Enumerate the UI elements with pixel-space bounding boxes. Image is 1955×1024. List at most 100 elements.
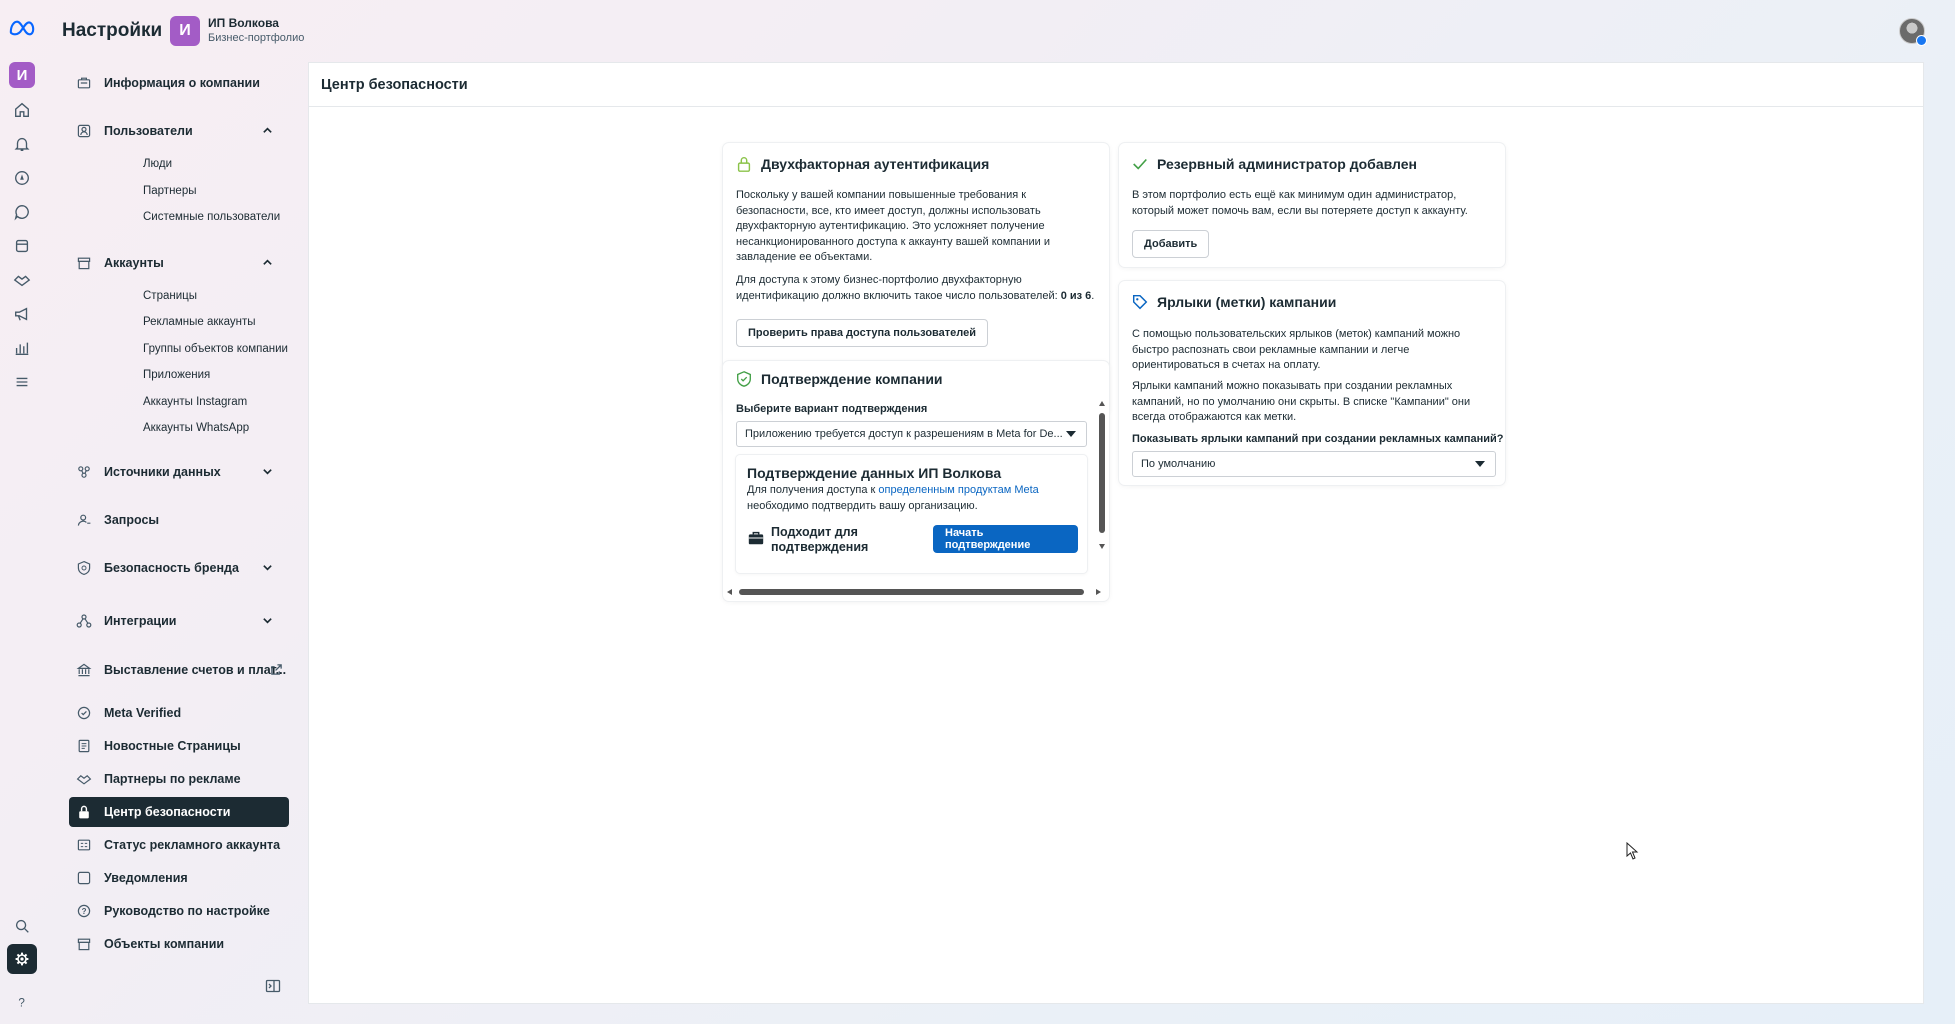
nav-label: Выставление счетов и плат... — [104, 663, 287, 677]
svg-text:?: ? — [18, 997, 25, 1010]
svg-text:?: ? — [82, 907, 87, 916]
portfolio-avatar: И — [170, 16, 200, 46]
nav-brand-safety[interactable]: Безопасность бренда — [69, 553, 289, 583]
verification-option-select[interactable]: Приложению требуется доступ к разрешения… — [736, 421, 1087, 447]
portfolio-type: Бизнес-портфолио — [208, 32, 305, 44]
card-title-text: Ярлыки (метки) кампании — [1157, 294, 1337, 310]
nav-data-sources[interactable]: Источники данных — [69, 457, 289, 487]
nav-billing[interactable]: Выставление счетов и плат... — [69, 655, 289, 685]
nav-accounts[interactable]: Аккаунты — [69, 248, 289, 278]
meta-logo-icon[interactable] — [8, 18, 36, 38]
meta-products-link[interactable]: определенным продуктам Meta — [878, 484, 1038, 496]
backup-admin-title: Резервный администратор добавлен — [1131, 155, 1417, 173]
nav-news-pages[interactable]: Новостные Страницы — [69, 731, 289, 761]
ad-status-icon — [75, 836, 93, 854]
external-link-icon — [271, 664, 282, 675]
integrations-icon — [75, 612, 93, 630]
requirement-count: 0 из 6 — [1060, 289, 1092, 302]
horizontal-scrollbar[interactable] — [727, 589, 1101, 595]
nav-sub-ad-accounts[interactable]: Рекламные аккаунты — [143, 313, 256, 331]
scroll-thumb-horizontal[interactable] — [739, 589, 1084, 595]
nav-label: Партнеры по рекламе — [104, 772, 241, 786]
nav-label: Новостные Страницы — [104, 739, 241, 753]
campaign-labels-card: Ярлыки (метки) кампании С помощью пользо… — [1119, 281, 1505, 485]
nav-sub-pages[interactable]: Страницы — [143, 287, 197, 305]
nav-security-center[interactable]: Центр безопасности — [69, 797, 289, 827]
nav-sub-partners[interactable]: Партнеры — [143, 182, 196, 200]
lock-icon — [737, 157, 751, 172]
campaign-labels-title: Ярлыки (метки) кампании — [1131, 293, 1336, 311]
caret-down-icon — [1066, 431, 1076, 437]
facebook-badge-icon — [1916, 35, 1927, 46]
two-factor-title: Двухфакторная аутентификация — [735, 155, 989, 173]
nav-users[interactable]: Пользователи — [69, 116, 289, 146]
help-icon[interactable]: ? — [10, 990, 34, 1014]
scroll-thumb[interactable] — [1099, 413, 1105, 533]
start-verification-button[interactable]: Начать подтверждение — [933, 525, 1078, 553]
lock-icon — [75, 803, 93, 821]
nav-label: Аккаунты — [104, 256, 164, 270]
handshake-icon[interactable] — [10, 268, 34, 292]
portfolio-avatar-mini[interactable]: И — [9, 62, 35, 88]
gear-icon[interactable] — [7, 944, 37, 974]
chevron-up-icon — [263, 127, 272, 133]
nav-requests[interactable]: Запросы — [69, 505, 289, 535]
scroll-down-icon[interactable] — [1099, 544, 1105, 549]
eligible-status: Подходит для подтверждения — [771, 525, 869, 554]
check-user-access-button[interactable]: Проверить права доступа пользователей — [736, 319, 989, 347]
company-verification-card: Подтверждение компании Выберите вариант … — [723, 361, 1109, 601]
nav-sub-system-users[interactable]: Системные пользователи — [143, 208, 280, 226]
nav-sub-people[interactable]: Люди — [143, 155, 172, 173]
megaphone-icon[interactable] — [10, 302, 34, 326]
search-icon[interactable] — [10, 914, 34, 938]
scroll-right-icon[interactable] — [1096, 589, 1101, 595]
nav-label: Интеграции — [104, 614, 177, 628]
nav-label: Источники данных — [104, 465, 221, 479]
two-factor-requirement: Для доступа к этому бизнес-портфолио дву… — [736, 273, 1098, 304]
nav-meta-verified[interactable]: Meta Verified — [69, 698, 289, 728]
scroll-up-icon[interactable] — [1099, 401, 1105, 406]
left-rail: И ? — [0, 0, 44, 1024]
nav-label: Информация о компании — [104, 76, 260, 90]
collapse-sidebar-icon[interactable] — [265, 978, 281, 994]
add-admin-button[interactable]: Добавить — [1132, 230, 1210, 258]
user-avatar[interactable] — [1899, 18, 1927, 46]
show-labels-question: Показывать ярлыки кампаний при создании … — [1132, 433, 1504, 445]
compass-icon[interactable] — [10, 166, 34, 190]
two-factor-description: Поскольку у вашей компании повышенные тр… — [736, 189, 1050, 263]
nav-sub-instagram[interactable]: Аккаунты Instagram — [143, 393, 247, 411]
portfolio-name: ИП Волкова — [208, 16, 279, 30]
nav-ad-account-status[interactable]: Статус рекламного аккаунта — [69, 830, 289, 860]
card-title-text: Резервный администратор добавлен — [1157, 156, 1417, 172]
nav-integrations[interactable]: Интеграции — [69, 606, 289, 636]
nav-ad-partners[interactable]: Партнеры по рекламе — [69, 764, 289, 794]
show-labels-select[interactable]: По умолчанию — [1132, 451, 1496, 477]
briefcase-icon — [748, 531, 764, 545]
vertical-scrollbar[interactable] — [1099, 401, 1105, 549]
chevron-down-icon — [263, 618, 272, 624]
bar-chart-icon[interactable] — [10, 336, 34, 360]
requirement-suffix: . — [1091, 289, 1095, 302]
pages-icon[interactable] — [10, 234, 34, 258]
chevron-down-icon — [263, 565, 272, 571]
home-icon[interactable] — [10, 98, 34, 122]
nav-label: Meta Verified — [104, 706, 182, 720]
portfolio-switcher[interactable]: И ИП Волкова Бизнес-портфолио — [170, 16, 304, 46]
page-title: Центр безопасности — [309, 63, 1923, 107]
nav-label: Безопасность бренда — [104, 561, 239, 575]
scroll-left-icon[interactable] — [727, 589, 732, 595]
nav-sub-asset-groups[interactable]: Группы объектов компании — [143, 340, 288, 358]
verified-badge-icon — [75, 704, 93, 722]
nav-setup-guide[interactable]: ? Руководство по настройке — [69, 896, 289, 926]
menu-icon[interactable] — [10, 370, 34, 394]
nav-sub-whatsapp[interactable]: Аккаунты WhatsApp — [143, 419, 249, 437]
select-value: По умолчанию — [1141, 458, 1216, 470]
bell-icon[interactable] — [10, 132, 34, 156]
nav-company-objects[interactable]: Объекты компании — [69, 929, 289, 959]
chat-icon[interactable] — [10, 200, 34, 224]
nav-sub-apps[interactable]: Приложения — [143, 366, 210, 384]
nav-company-info[interactable]: Информация о компании — [69, 68, 289, 98]
nav-notifications[interactable]: Уведомления — [69, 863, 289, 893]
verification-select-label: Выберите вариант подтверждения — [736, 403, 928, 415]
nav-label: Статус рекламного аккаунта — [104, 838, 281, 852]
